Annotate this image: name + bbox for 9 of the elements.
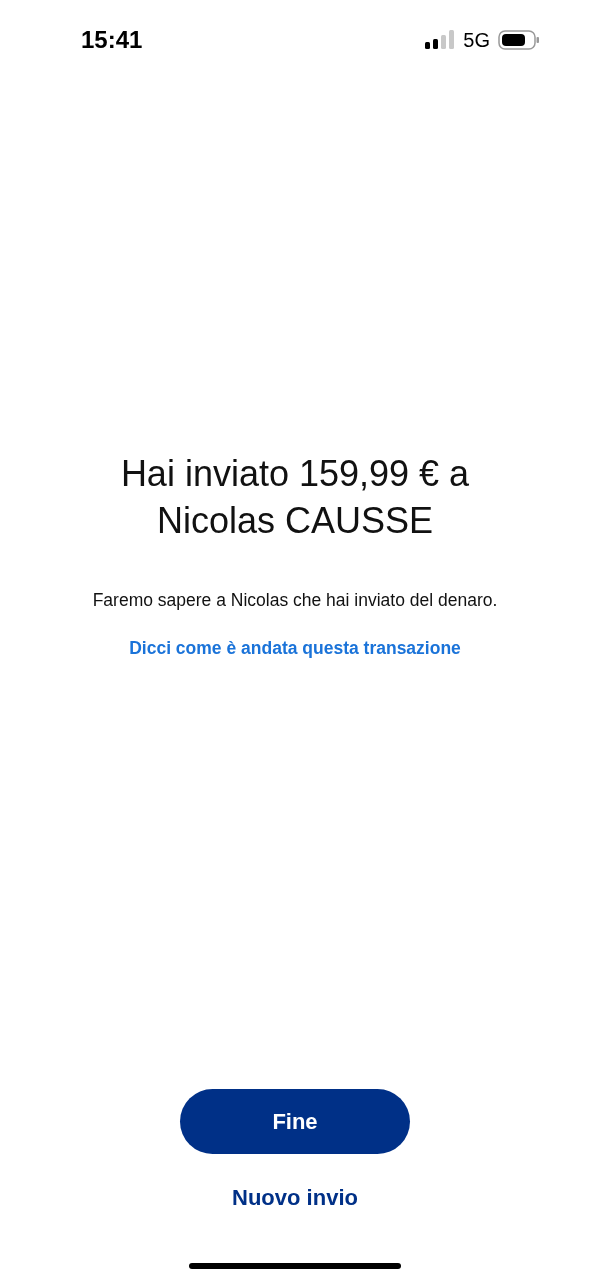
done-button[interactable]: Fine bbox=[180, 1089, 410, 1154]
signal-icon bbox=[425, 30, 456, 50]
network-label: 5G bbox=[463, 28, 490, 52]
battery-icon bbox=[498, 30, 540, 50]
feedback-link[interactable]: Dicci come è andata questa transazione bbox=[129, 636, 461, 660]
confirmation-title: Hai inviato 159,99 € a Nicolas CAUSSE bbox=[119, 452, 471, 543]
confirmation-message: Faremo sapere a Nicolas che hai inviato del denaro. bbox=[92, 589, 498, 612]
new-transfer-button[interactable]: Nuovo invio bbox=[226, 1182, 364, 1214]
status-time: 15:41 bbox=[81, 26, 143, 54]
